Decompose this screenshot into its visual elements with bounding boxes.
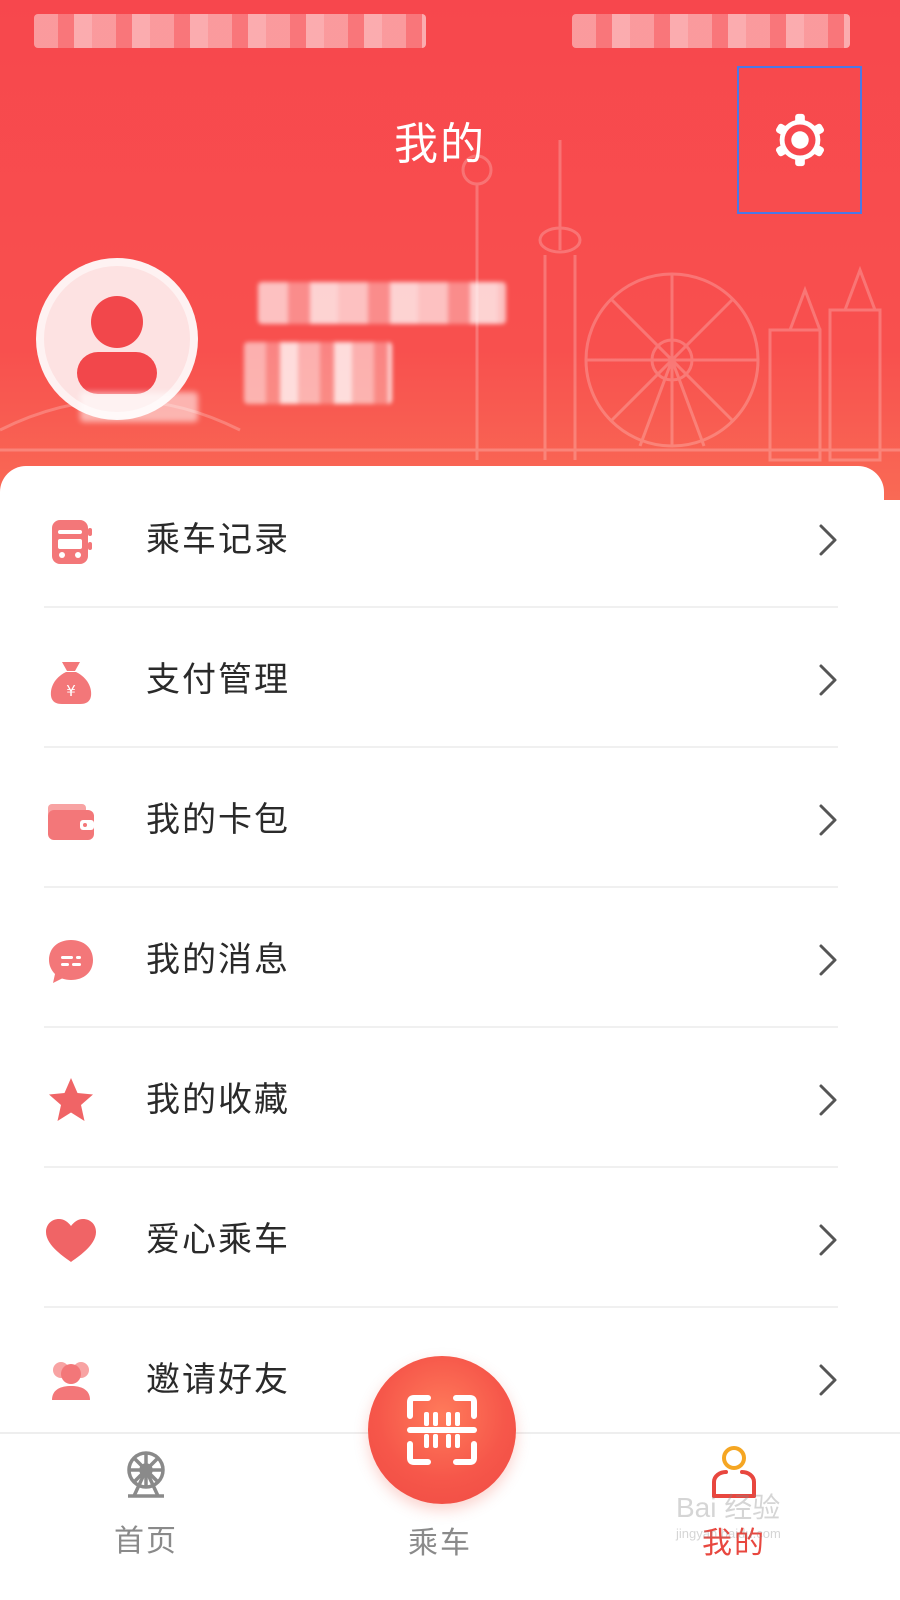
menu-item-label: 我的消息 [146, 940, 290, 980]
money-bag-icon: ¥ [50, 662, 92, 704]
ferris-wheel-icon [127, 1451, 165, 1498]
watermark-text: Bai 经验 [676, 1492, 781, 1523]
chevron-right-icon [819, 1364, 837, 1396]
status-bar-right-blurred [572, 14, 850, 48]
star-icon [49, 1078, 93, 1121]
profile-info-blurred [244, 342, 392, 404]
profile-name-blurred [258, 282, 506, 324]
menu-item-label: 我的收藏 [146, 1080, 290, 1120]
tab-home[interactable]: 首页 [46, 1434, 246, 1600]
gear-icon [775, 113, 824, 167]
divider [44, 1166, 838, 1168]
chevron-right-icon [819, 664, 837, 696]
divider [44, 1026, 838, 1028]
bus-record-icon [52, 520, 92, 564]
menu-item-caring-ride[interactable]: 爱心乘车 [0, 1170, 884, 1310]
menu-item-messages[interactable]: 我的消息 [0, 890, 884, 1030]
menu-item-favorites[interactable]: 我的收藏 [0, 1030, 884, 1170]
profile-extra-blurred [80, 392, 198, 422]
menu-item-card-wallet[interactable]: 我的卡包 [0, 750, 884, 890]
menu-item-label: 我的卡包 [146, 800, 290, 840]
chevron-right-icon [819, 1084, 837, 1116]
svg-text:¥: ¥ [66, 682, 76, 700]
watermark: Bai 经验 jingyan.baidu.com [676, 1486, 846, 1546]
invite-friends-icon [52, 1362, 90, 1400]
tab-label: 首页 [114, 1524, 178, 1559]
watermark-subtext: jingyan.baidu.com [676, 1526, 781, 1541]
menu-item-ride-records[interactable]: 乘车记录 [0, 470, 884, 610]
qr-scan-icon [407, 1395, 477, 1465]
profile-header: 我的 [0, 0, 900, 500]
tab-label: 乘车 [408, 1526, 472, 1561]
menu-item-payment-management[interactable]: ¥ 支付管理 [0, 610, 884, 750]
menu-item-label: 邀请好友 [146, 1360, 290, 1400]
divider [44, 606, 838, 608]
divider [44, 1306, 838, 1308]
ride-scan-button[interactable] [368, 1356, 516, 1504]
chevron-right-icon [819, 524, 837, 556]
chevron-right-icon [819, 1224, 837, 1256]
chevron-right-icon [819, 804, 837, 836]
menu-item-label: 爱心乘车 [146, 1220, 290, 1260]
chevron-right-icon [819, 944, 837, 976]
menu-item-label: 乘车记录 [146, 520, 290, 560]
menu-item-label: 支付管理 [146, 660, 290, 700]
user-icon [77, 296, 157, 394]
status-bar [0, 0, 900, 60]
divider [44, 746, 838, 748]
message-icon [49, 940, 93, 983]
wallet-icon [48, 804, 94, 840]
menu-card: 乘车记录 ¥ 支付管理 我的卡包 我的消息 我的收藏 爱心乘车 邀请好友 [0, 466, 884, 1466]
status-bar-left-blurred [34, 14, 426, 48]
heart-icon [46, 1219, 96, 1262]
settings-button[interactable] [737, 66, 862, 214]
divider [44, 886, 838, 888]
